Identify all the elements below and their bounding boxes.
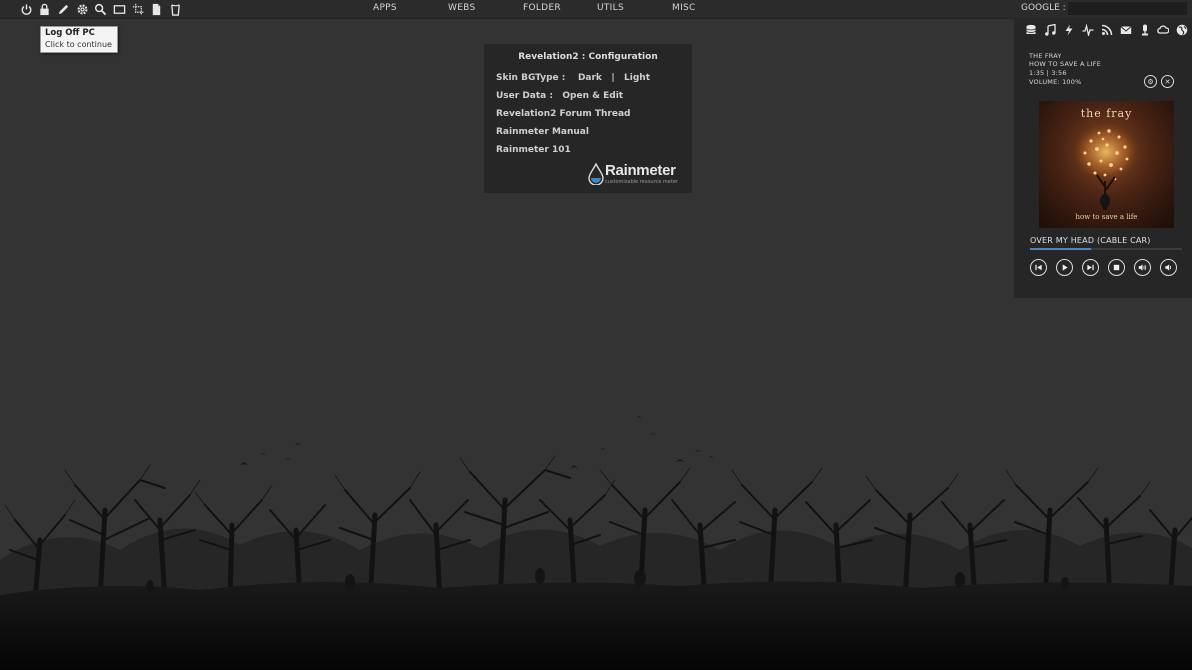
google-search-label: GOOGLE : xyxy=(1021,3,1066,13)
previous-icon xyxy=(1035,264,1042,271)
option-separator: | xyxy=(611,73,615,83)
rss-icon[interactable] xyxy=(1100,23,1113,36)
top-bar: APPS WEBS FOLDER UTILS MISC GOOGLE : xyxy=(0,0,1192,19)
close-icon: ✕ xyxy=(1164,77,1171,86)
google-search-input[interactable] xyxy=(1068,2,1187,15)
skin-light-option[interactable]: Light xyxy=(624,73,650,83)
next-button[interactable] xyxy=(1082,259,1099,276)
menu-folder[interactable]: FOLDER xyxy=(523,3,561,13)
pencil-icon[interactable] xyxy=(56,2,70,16)
configuration-panel: Revelation2 : Configuration Skin BGType … xyxy=(484,44,692,193)
menu-utils[interactable]: UTILS xyxy=(597,3,624,13)
crop-icon[interactable] xyxy=(131,2,145,16)
microphone-icon[interactable] xyxy=(1138,23,1151,36)
volume-text: VOLUME: 100% xyxy=(1029,78,1082,86)
album-art: the fray how to save a life xyxy=(1039,101,1174,228)
volume-down-icon xyxy=(1165,264,1172,271)
volume-down-button[interactable] xyxy=(1160,259,1177,276)
menu-misc[interactable]: MISC xyxy=(672,3,696,13)
user-data-open-edit-link[interactable]: Open & Edit xyxy=(562,91,623,101)
weather-icon[interactable] xyxy=(1156,23,1169,36)
rainmeter-logo-tagline: customizable resource meter xyxy=(605,179,678,185)
play-button[interactable] xyxy=(1056,259,1073,276)
close-button[interactable]: ✕ xyxy=(1161,75,1174,88)
next-icon xyxy=(1087,264,1094,271)
skin-dark-option[interactable]: Dark xyxy=(578,73,602,83)
rainmeter-manual-link[interactable]: Rainmeter Manual xyxy=(496,127,589,137)
raindrop-icon xyxy=(588,163,604,185)
album-art-title-text: how to save a life xyxy=(1075,213,1138,221)
user-data-label: User Data : xyxy=(496,91,553,101)
media-player-panel: THE FRAY HOW TO SAVE A LIFE 1:35 | 3:56 … xyxy=(1014,18,1192,298)
volume-up-button[interactable] xyxy=(1134,259,1151,276)
artist-text: THE FRAY xyxy=(1029,52,1062,60)
album-text: HOW TO SAVE A LIFE xyxy=(1029,60,1102,68)
rainmeter-logo-text: Rainmeter xyxy=(605,162,676,179)
pulse-icon[interactable] xyxy=(1081,23,1094,36)
skin-bgtype-label: Skin BGType : xyxy=(496,73,566,83)
play-icon xyxy=(1062,264,1068,271)
volume-up-icon xyxy=(1138,264,1147,271)
globe-icon[interactable] xyxy=(1175,23,1188,36)
song-title: OVER MY HEAD (CABLE CAR) xyxy=(1030,236,1151,245)
document-icon[interactable] xyxy=(149,2,163,16)
forum-thread-link[interactable]: Revelation2 Forum Thread xyxy=(496,109,630,119)
power-icon[interactable] xyxy=(19,2,33,16)
rainmeter-101-link[interactable]: Rainmeter 101 xyxy=(496,145,571,155)
lock-icon[interactable] xyxy=(37,2,51,16)
progress-bar[interactable] xyxy=(1030,248,1182,250)
menu-apps[interactable]: APPS xyxy=(373,3,397,13)
album-art-band-text: the fray xyxy=(1080,107,1133,120)
lightning-icon[interactable] xyxy=(1062,23,1075,36)
menu-webs[interactable]: WEBS xyxy=(448,3,476,13)
gear-icon[interactable] xyxy=(75,2,89,16)
skin-bgtype-row: Skin BGType : Dark | Light xyxy=(496,73,650,83)
config-title: Revelation2 : Configuration xyxy=(518,52,658,62)
tooltip-title: Log Off PC xyxy=(45,28,95,38)
settings-icon: ⚙ xyxy=(1147,77,1154,86)
log-off-tooltip: Log Off PC Click to continue xyxy=(40,26,118,53)
window-icon[interactable] xyxy=(112,2,126,16)
database-icon[interactable] xyxy=(1024,23,1037,36)
recycle-bin-icon[interactable] xyxy=(168,2,182,16)
album-art-image xyxy=(1060,116,1152,210)
search-icon[interactable] xyxy=(93,2,107,16)
progress-fill xyxy=(1030,248,1091,250)
time-text: 1:35 | 3:56 xyxy=(1029,69,1067,77)
music-icon[interactable] xyxy=(1043,23,1056,36)
forest-silhouette-wallpaper xyxy=(0,416,1192,670)
user-data-row: User Data : Open & Edit xyxy=(496,91,623,101)
settings-button[interactable]: ⚙ xyxy=(1144,75,1157,88)
tooltip-text: Click to continue xyxy=(45,40,112,49)
rainmeter-logo: Rainmeter customizable resource meter xyxy=(588,162,688,188)
stop-icon xyxy=(1113,264,1120,271)
mail-icon[interactable] xyxy=(1119,23,1132,36)
stop-button[interactable] xyxy=(1108,259,1125,276)
previous-button[interactable] xyxy=(1030,259,1047,276)
